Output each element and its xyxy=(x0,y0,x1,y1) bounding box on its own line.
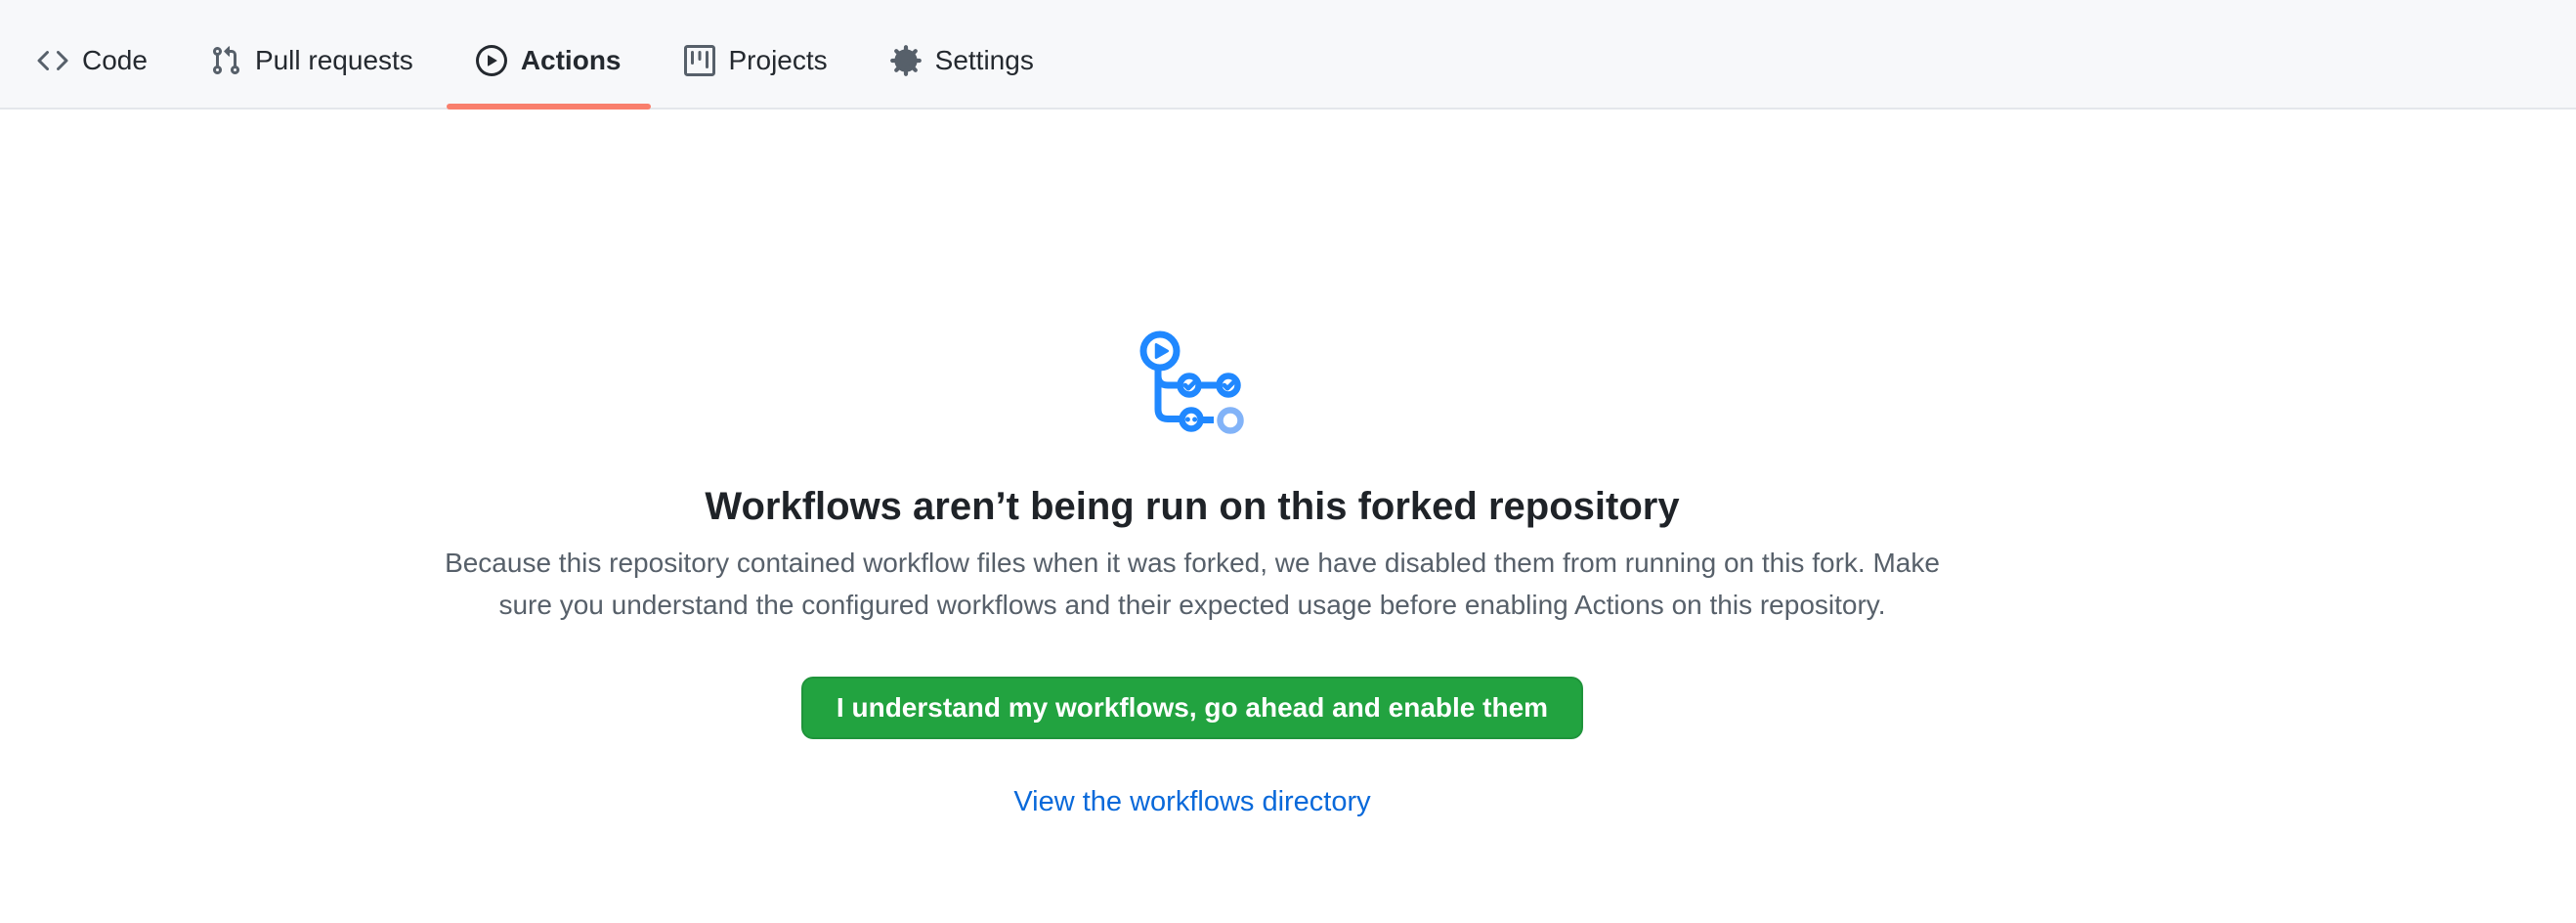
tab-label-pull-requests: Pull requests xyxy=(255,47,413,74)
code-icon xyxy=(37,45,68,76)
tab-code[interactable]: Code xyxy=(6,0,179,108)
active-tab-underline xyxy=(447,104,651,110)
description-line-2: sure you understand the configured workf… xyxy=(445,584,1940,626)
tab-label-settings: Settings xyxy=(935,47,1034,74)
actions-disabled-blankslate: Workflows aren’t being run on this forke… xyxy=(0,110,2384,819)
tab-settings[interactable]: Settings xyxy=(859,0,1065,108)
tab-actions[interactable]: Actions xyxy=(445,0,653,108)
blankslate-description: Because this repository contained workfl… xyxy=(445,542,1940,626)
git-pull-request-icon xyxy=(210,45,241,76)
gear-icon xyxy=(890,45,922,76)
workflow-graph-icon xyxy=(1137,330,1248,438)
view-workflows-directory-link[interactable]: View the workflows directory xyxy=(1013,784,1370,819)
enable-workflows-button[interactable]: I understand my workflows, go ahead and … xyxy=(801,677,1583,739)
description-line-1: Because this repository contained workfl… xyxy=(445,542,1940,584)
tab-label-code: Code xyxy=(82,47,148,74)
tab-projects[interactable]: Projects xyxy=(653,0,859,108)
project-icon xyxy=(684,45,715,76)
repo-tab-nav: Code Pull requests Actions Projects Sett… xyxy=(0,0,2576,110)
tab-label-actions: Actions xyxy=(521,47,622,74)
blankslate-title: Workflows aren’t being run on this forke… xyxy=(705,483,1679,530)
tab-pull-requests[interactable]: Pull requests xyxy=(179,0,445,108)
tab-label-projects: Projects xyxy=(729,47,828,74)
play-icon xyxy=(476,45,507,76)
